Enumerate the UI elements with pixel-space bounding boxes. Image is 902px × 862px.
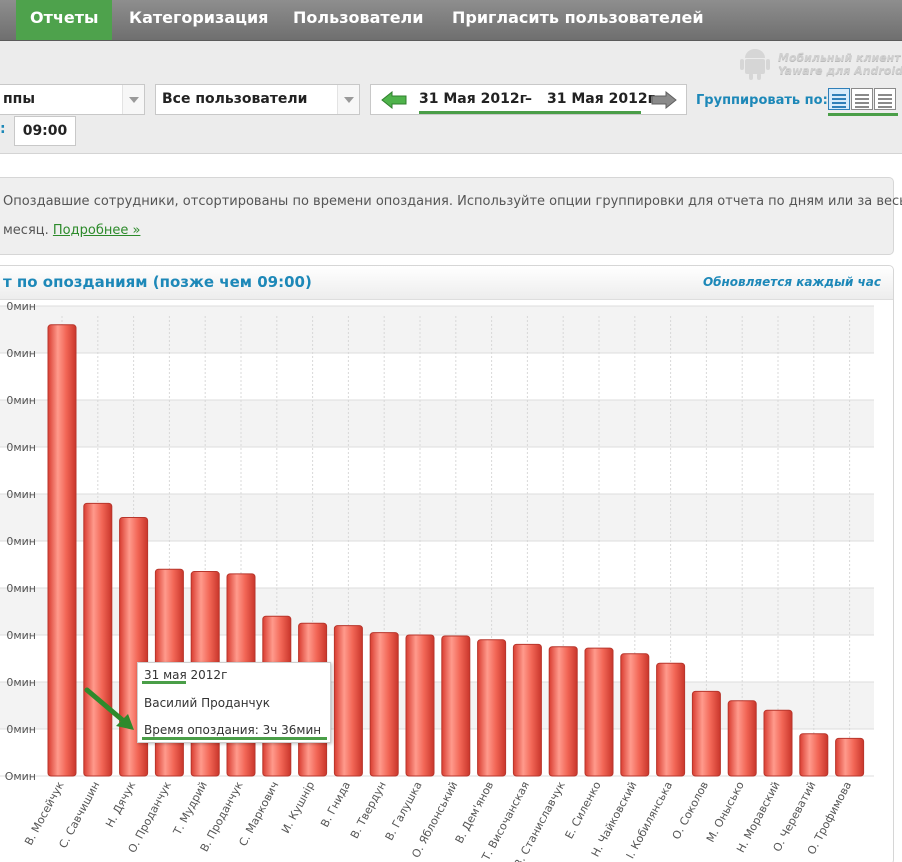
annotation-arrow-icon: [84, 687, 134, 730]
y-tick-label: 0мин: [6, 347, 36, 360]
bar-23[interactable]: [835, 737, 865, 777]
tooltip-date-highlight: [142, 681, 186, 684]
bar-9[interactable]: [333, 625, 363, 777]
x-tick-label: Е. Силенко: [563, 779, 604, 841]
grid-band: [0, 400, 874, 447]
bar-16[interactable]: [584, 647, 614, 777]
y-tick-label: 0мин: [6, 723, 36, 736]
x-tick-label: М. Онысько: [704, 779, 747, 844]
bar-17[interactable]: [620, 653, 650, 777]
x-tick-label: В. Гнида: [318, 779, 353, 829]
y-tick-label: 0мин: [6, 629, 36, 642]
tooltip-lateness-highlight: [142, 737, 327, 740]
y-tick-label: 0мин: [6, 488, 36, 501]
bar-15[interactable]: [548, 646, 578, 777]
x-tick-label: Н. Дячук: [103, 779, 138, 830]
x-tick-label: В. Твердун: [348, 779, 389, 841]
x-tick-label: В. Галушка: [383, 779, 425, 842]
tooltip-lateness: Время опоздания: 3ч 36мин: [144, 723, 322, 737]
tooltip-user: Василий Проданчук: [144, 696, 270, 710]
bar-14[interactable]: [512, 643, 542, 777]
y-tick-label: 0мин: [6, 300, 36, 313]
bar-20[interactable]: [727, 700, 757, 777]
x-tick-label: И. Кушнір: [279, 779, 317, 835]
bar-19[interactable]: [691, 690, 721, 777]
y-tick-label: 0мин: [6, 535, 36, 548]
bar-1[interactable]: [47, 324, 77, 777]
y-tick-label: Омин: [5, 770, 36, 783]
x-tick-label: Т. Мудрий: [170, 779, 209, 838]
x-tick-label: О. Соколов: [670, 779, 711, 841]
y-tick-label: 0мин: [6, 582, 36, 595]
grid-band: [0, 306, 874, 353]
y-tick-label: 0мин: [6, 441, 36, 454]
bar-11[interactable]: [405, 634, 435, 777]
tooltip-date: 31 мая 2012г: [144, 668, 228, 682]
bar-18[interactable]: [656, 662, 686, 777]
y-tick-label: 0мин: [6, 394, 36, 407]
chart-tooltip: 31 мая 2012г Василий Проданчук Время опо…: [137, 662, 331, 743]
bar-21[interactable]: [763, 709, 793, 777]
bar-10[interactable]: [369, 632, 399, 777]
bar-22[interactable]: [799, 733, 829, 777]
bar-13[interactable]: [477, 639, 507, 777]
bar-2[interactable]: [83, 502, 113, 777]
bar-12[interactable]: [441, 635, 471, 777]
y-tick-label: 0мин: [6, 676, 36, 689]
